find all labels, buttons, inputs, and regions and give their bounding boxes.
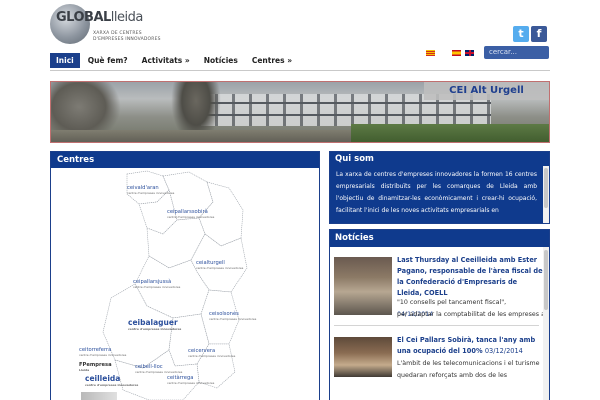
map-label-sub: centre d'empreses innovadores	[79, 353, 127, 357]
map-label-ceisolsones[interactable]: ceisolsonès centre d'empreses innovadore…	[209, 311, 256, 321]
noticies-scrollbar-thumb[interactable]	[544, 250, 548, 310]
logo-word-lleida: lleida	[110, 10, 144, 25]
news-date: 03/12/2014	[484, 347, 523, 355]
news-excerpt-cont: per adaptar la comptabilitat de les empr…	[397, 311, 544, 318]
search-input[interactable]	[484, 46, 549, 59]
map-label-ceitorreferra[interactable]: ceitorreferra centre d'empreses innovado…	[79, 347, 126, 357]
map-label-sub: centre d'empreses innovadores	[167, 215, 215, 219]
logo-subtitle-line2: D'EMPRESES INNOVADORES	[93, 37, 161, 42]
map-label-sub: centre d'empreses innovadores	[188, 354, 236, 358]
map-label-ceicervera[interactable]: ceicervera centre d'empreses innovadores	[188, 348, 235, 358]
map-label-sub: centre d'empreses innovadores	[135, 370, 183, 374]
catalan-flag-icon[interactable]	[426, 50, 435, 56]
map-label-sub: centre d'empreses innovadores	[196, 266, 244, 270]
map-label-sub: centre d'empreses innovadores	[133, 285, 181, 289]
qui-som-scrollbar[interactable]	[543, 166, 549, 223]
qui-som-panel: Qui som La xarxa de centres d'empreses i…	[329, 151, 550, 224]
news-excerpt-text: "10 consells pel tancament fiscal",	[397, 299, 507, 306]
noticies-panel: Notícies Last Thursday al Ceeilleida amb…	[329, 229, 550, 400]
map-label-sub: centre d'empreses innovadores	[85, 383, 139, 387]
map-label-name: ceilleida	[85, 374, 121, 383]
map-label-ceilleida[interactable]: ceilleida centre d'empreses innovadores	[85, 374, 138, 387]
noticies-scrollbar[interactable]	[543, 247, 549, 400]
nav-item-noticies[interactable]: Notícies	[198, 53, 244, 68]
news-thumbnail[interactable]	[334, 337, 392, 377]
logo-word-global: GLOBAL	[56, 10, 111, 25]
map-label-sub: centre d'empreses innovadores	[127, 191, 175, 195]
logo-subtitle-line1: XARXA DE CENTRES	[93, 31, 142, 36]
centres-panel: Centres ceivald'aran centre d'empreses i…	[50, 151, 320, 400]
qui-som-scrollbar-thumb[interactable]	[544, 168, 548, 208]
nav-item-centres[interactable]: Centres »	[246, 53, 298, 68]
map-label-ceibalaguer[interactable]: ceibalaguer centre d'empreses innovadore…	[128, 318, 181, 331]
map-label-sub: centre d'empreses innovadores	[128, 327, 182, 331]
banner-caption: CEI Alt Urgell	[424, 82, 549, 100]
banner-hedge	[351, 124, 549, 142]
facebook-icon[interactable]: f	[531, 26, 547, 42]
site-logo[interactable]: GLOBALlleida XARXA DE CENTRES D'EMPRESES…	[50, 2, 161, 44]
banner-building-floor	[201, 114, 491, 116]
map-label-ceibell-lloc[interactable]: ceibell-lloc centre d'empreses innovador…	[135, 364, 182, 374]
main-nav: Inici Què fem? Activitats » Notícies Cen…	[50, 53, 300, 68]
map-label-sub: centre d'empreses innovadores	[167, 381, 215, 385]
map-label-ceipallarsjussa[interactable]: ceipallarsjussà centre d'empreses innova…	[133, 279, 180, 289]
noticies-title: Notícies	[330, 230, 549, 247]
map-label-ceipallarssobira[interactable]: ceipallarssobirà centre d'empreses innov…	[167, 209, 214, 219]
qui-som-title: Qui som	[330, 152, 549, 166]
map-label-ceialturgell[interactable]: ceialturgell centre d'empreses innovador…	[196, 260, 243, 270]
news-excerpt: L'àmbit de les telecomunicacions i el tu…	[397, 360, 540, 379]
nav-item-que-fem[interactable]: Què fem?	[82, 53, 134, 68]
logo-wordmark: GLOBALlleida	[56, 10, 143, 25]
news-title[interactable]: El Cei Pallars Sobirà, tanca l'any amb u…	[397, 335, 544, 357]
banner-ground	[51, 130, 351, 142]
banner-building-floor	[201, 102, 491, 104]
map-label-sub: Lleida	[79, 368, 90, 372]
qui-som-text: La xarxa de centres d'empreses innovador…	[330, 166, 543, 223]
centres-map: ceivald'aran centre d'empreses innovador…	[51, 168, 319, 400]
map-label-ceitarrega[interactable]: ceitàrrega centre d'empreses innovadores	[167, 375, 214, 385]
news-separator	[334, 325, 539, 326]
map-label-sub: centre d'empreses innovadores	[209, 317, 257, 321]
english-flag-icon[interactable]	[465, 50, 474, 56]
nav-divider	[50, 70, 550, 71]
nav-item-activitats[interactable]: Activitats »	[136, 53, 196, 68]
centres-panel-title: Centres	[51, 152, 319, 168]
news-thumbnail[interactable]	[334, 257, 392, 315]
twitter-icon[interactable]: t	[513, 26, 529, 42]
news-title[interactable]: Last Thursday al Ceeilleida amb Ester Pa…	[397, 255, 544, 299]
hero-banner[interactable]: CEI Alt Urgell	[50, 81, 550, 143]
spanish-flag-icon[interactable]	[452, 50, 461, 56]
map-label-ceivaldaran[interactable]: ceivald'aran centre d'empreses innovador…	[127, 185, 174, 195]
map-footer-logo	[81, 392, 117, 400]
map-label-name: ceibalaguer	[128, 318, 178, 327]
map-label-fpempresa[interactable]: FPempresa Lleida	[79, 362, 112, 372]
nav-item-inici[interactable]: Inici	[50, 53, 80, 68]
